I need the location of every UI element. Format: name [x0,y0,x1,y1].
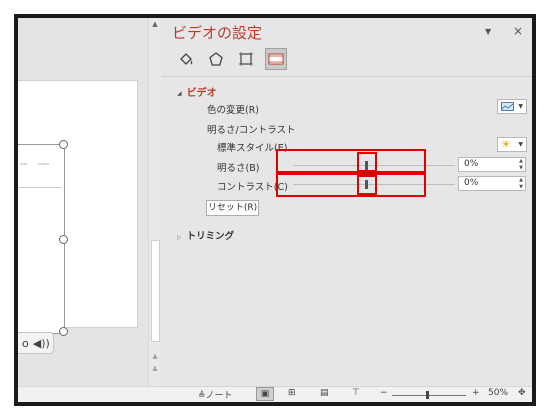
vertical-scrollbar[interactable]: ▲ ≜ ≚ [148,18,161,386]
brightness-value-input[interactable]: 0% ▲ ▼ [458,157,526,172]
chevron-down-icon: ▼ [518,141,523,148]
thumb-cell: ▭▭▭ [38,161,50,166]
play-icon[interactable]: o [22,337,29,350]
scrollbar-thumb[interactable] [151,240,160,342]
zoom-in-button[interactable]: + [472,388,480,398]
slide-sorter-icon[interactable]: ⊞ [288,388,296,398]
resize-handle-middle-right[interactable] [59,235,68,244]
resize-handle-bottom-right[interactable] [59,327,68,336]
section-trimming-header[interactable]: ▷ トリミング [177,228,234,242]
sun-icon: ☀ [501,138,511,151]
previous-slide-icon[interactable]: ≜ [149,353,161,363]
video-object[interactable]: ▭▭ ▭▭▭ [18,144,65,334]
status-bar: ≜ノート ▣ ⊞ ▤ ⊤ − + 50% ✥ [18,386,532,402]
contrast-value: 0% [464,178,479,188]
pane-tab-strip [175,48,295,70]
spin-arrows-icon[interactable]: ▲ ▼ [519,177,523,190]
reading-view-icon[interactable]: ▤ [320,388,329,398]
section-trimming-label: トリミング [186,231,235,242]
highlight-box-contrast [276,173,426,197]
next-slide-icon[interactable]: ≚ [149,365,161,375]
expand-triangle-icon: ◢ [177,89,182,97]
powerpoint-window: ▭▭ ▭▭▭ o ◀)) ▲ ≜ ≚ ビデオの設定 ▼ × ◢ ビデオ 色の変更… [18,18,532,402]
contrast-value-input[interactable]: 0% ▲ ▼ [458,176,526,191]
video-thumbnail: ▭▭ ▭▭▭ [18,157,62,188]
spin-arrows-icon[interactable]: ▲ ▼ [519,158,523,171]
highlight-box-brightness [276,149,426,173]
slideshow-icon[interactable]: ⊤ [352,388,360,398]
normal-view-icon[interactable]: ▣ [256,387,274,401]
pane-title: ビデオの設定 [172,24,263,42]
slide-editing-area[interactable]: ▭▭ ▭▭▭ o ◀)) [18,18,148,386]
size-properties-icon[interactable] [235,48,257,70]
notes-button[interactable]: ≜ノート [198,388,233,401]
highlight-box-contrast-thumb [357,175,377,195]
chevron-down-icon: ▼ [518,103,523,110]
pentagon-shape-icon[interactable] [205,48,227,70]
color-change-label: 色の変更(R) [207,105,260,116]
reset-button[interactable]: リセット(R) [206,200,259,216]
thumb-cell: ▭▭ [20,161,28,166]
brightness-label: 明るさ(B) [217,163,260,174]
pane-divider [161,76,532,77]
brightness-value: 0% [464,159,479,169]
video-film-icon[interactable] [265,48,287,70]
color-change-dropdown[interactable]: ▼ [497,99,527,114]
zoom-slider-track[interactable] [392,395,466,396]
close-icon[interactable]: × [513,24,523,38]
fill-bucket-icon[interactable] [175,48,197,70]
media-play-bar[interactable]: o ◀)) [18,332,54,354]
section-video-label: ビデオ [186,88,217,99]
section-video-header[interactable]: ◢ ビデオ [177,84,217,99]
collapsed-triangle-icon: ▷ [177,234,182,241]
scroll-up-arrow-icon[interactable]: ▲ [149,18,161,30]
resize-handle-top-right[interactable] [59,140,68,149]
highlight-box-brightness-thumb [357,152,377,172]
fit-slide-icon[interactable]: ✥ [518,388,526,398]
volume-icon[interactable]: ◀)) [33,337,50,350]
zoom-level[interactable]: 50% [488,388,508,398]
zoom-slider-thumb[interactable] [426,391,429,399]
triangle-down-icon[interactable]: ▼ [485,27,491,36]
preset-style-dropdown[interactable]: ☀ ▼ [497,137,527,152]
recolor-picture-icon [501,102,514,111]
zoom-out-button[interactable]: − [380,388,388,398]
format-video-pane: ビデオの設定 ▼ × ◢ ビデオ 色の変更(R) ▼ 明るさ/コントラスト 標準… [161,18,532,386]
brightness-contrast-label: 明るさ/コントラスト [207,125,296,136]
